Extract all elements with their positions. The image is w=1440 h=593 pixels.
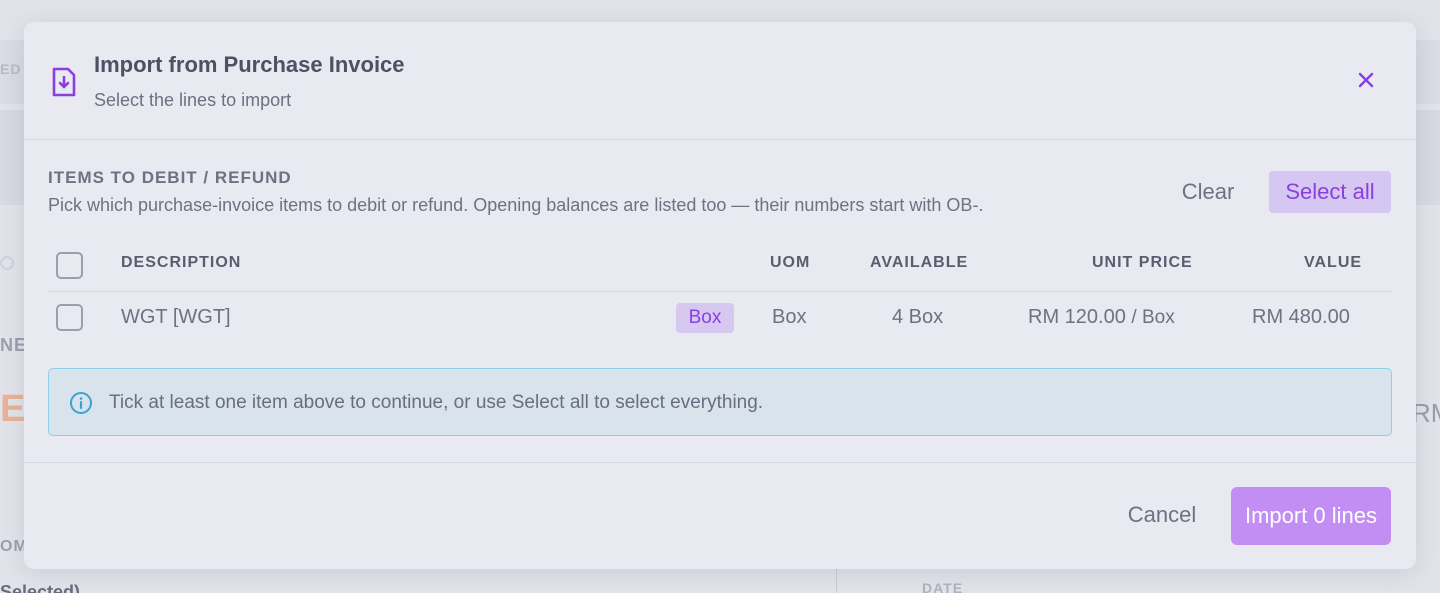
import-lines-button[interactable]: Import 0 lines	[1231, 487, 1391, 545]
close-icon[interactable]	[1354, 68, 1378, 92]
info-message: Tick at least one item above to continue…	[109, 392, 764, 413]
unit-price-suffix: / Box	[1131, 307, 1175, 328]
column-unit-price: UNIT PRICE	[1092, 254, 1193, 271]
row-available: 4 Box	[892, 306, 944, 328]
info-alert: Tick at least one item above to continue…	[48, 368, 1392, 436]
background-divider	[836, 568, 837, 593]
column-uom: UOM	[770, 254, 811, 271]
background-eye-icon	[0, 256, 14, 270]
uom-badge[interactable]: Box	[676, 303, 734, 333]
clear-button[interactable]: Clear	[1170, 172, 1246, 212]
column-available: AVAILABLE	[870, 254, 969, 271]
section-title: ITEMS TO DEBIT / REFUND	[48, 168, 292, 187]
dialog-subtitle: Select the lines to import	[94, 90, 292, 110]
table-header: DESCRIPTION UOM AVAILABLE UNIT PRICE VAL…	[48, 240, 1392, 292]
background-rm-text: RM	[1412, 398, 1440, 428]
dialog-title: Import from Purchase Invoice	[94, 52, 405, 77]
table-row[interactable]: WGT [WGT] Box Box 4 Box RM 120.00 / Box …	[48, 292, 1392, 348]
dialog-header: Import from Purchase Invoice Select the …	[24, 22, 1416, 140]
info-icon	[70, 392, 92, 414]
background-date-label: DATE	[922, 580, 964, 593]
column-value: VALUE	[1304, 254, 1363, 271]
background-selected-text: Selected)	[0, 582, 81, 593]
row-value: RM 480.00	[1252, 306, 1350, 328]
row-unit-price: RM 120.00 / Box	[1028, 306, 1175, 329]
row-description: WGT [WGT]	[121, 306, 231, 328]
background-ed-text: ED	[0, 61, 22, 77]
select-all-button[interactable]: Select all	[1269, 171, 1391, 213]
cancel-button[interactable]: Cancel	[1114, 492, 1210, 538]
unit-price-amount: RM 120.00	[1028, 306, 1126, 328]
import-dialog: Import from Purchase Invoice Select the …	[24, 22, 1416, 569]
file-import-icon	[52, 67, 76, 97]
row-checkbox[interactable]	[56, 304, 83, 331]
section-description: Pick which purchase-invoice items to deb…	[48, 195, 984, 215]
column-description: DESCRIPTION	[121, 254, 242, 271]
select-all-checkbox[interactable]	[56, 252, 83, 279]
footer-divider	[24, 462, 1416, 463]
background-e-text: E	[0, 388, 26, 430]
row-uom: Box	[772, 306, 807, 328]
